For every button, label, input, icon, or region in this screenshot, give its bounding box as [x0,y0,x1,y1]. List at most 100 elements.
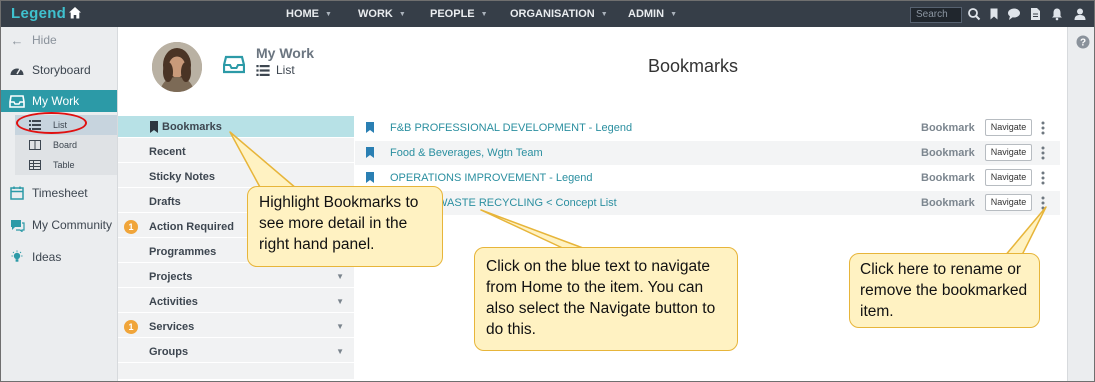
chevron-down-icon: ▼ [336,347,344,356]
bookmark-icon [366,172,374,183]
highlight-ring [16,112,87,134]
sidebar-item-label: Timesheet [32,186,88,200]
right-rail [1067,27,1094,381]
bookmark-icon[interactable] [987,7,1001,21]
category-label: Services [149,320,195,333]
navigate-button[interactable]: Navigate [985,169,1032,186]
bookmark-type: Bookmark [921,197,975,209]
nav-people[interactable]: PEOPLE ▼ [430,1,510,27]
callout-text: Highlight Bookmarks to see more detail i… [259,194,419,253]
sidebar-item-timesheet[interactable]: Timesheet [1,182,117,204]
main-nav: HOME ▼ WORK ▼ PEOPLE ▼ ORGANISATION ▼ ADMIN ▼ [286,1,698,27]
category-groups[interactable]: Groups ▼ [118,341,354,363]
category-sticky-notes[interactable]: Sticky Notes [118,166,354,188]
bookmark-icon [366,147,374,158]
sidebar-item-my-community[interactable]: My Community [1,214,117,236]
category-label: Programmes [149,245,217,258]
count-badge: 1 [124,319,138,334]
chevron-down-icon: ▼ [670,10,677,18]
sidebar-item-label: My Work [32,94,80,108]
nav-organisation[interactable]: ORGANISATION ▼ [510,1,628,27]
top-navbar: Legend HOME ▼ WORK ▼ PEOPLE ▼ ORGANISATION ▼… [1,1,1094,27]
nav-home-label: HOME [286,7,319,20]
sidebar-hide-label: Hide [32,33,57,47]
chevron-down-icon: ▼ [336,272,344,281]
chevron-down-icon: ▼ [336,297,344,306]
nav-people-label: PEOPLE [430,7,475,20]
search-input[interactable]: Search [910,7,962,23]
category-label: Sticky Notes [149,170,216,183]
document-icon[interactable] [1028,7,1042,21]
navigate-button[interactable]: Navigate [985,144,1032,161]
count-badge: 1 [124,219,138,234]
nav-admin[interactable]: ADMIN ▼ [628,1,698,27]
view-label: List [256,63,295,77]
bookmark-icon [366,122,374,133]
sidebar-subitem-board[interactable]: Board [15,135,117,155]
sidebar-subitem-table[interactable]: Table [15,155,117,175]
more-vertical-icon[interactable] [1041,146,1045,160]
user-icon[interactable] [1073,7,1087,21]
bell-icon[interactable] [1050,7,1064,21]
tray-icon [9,95,25,108]
bookmark-type: Bookmark [921,122,975,134]
navigate-button[interactable]: Navigate [985,119,1032,136]
bookmark-link[interactable]: F&B PROFESSIONAL DEVELOPMENT - Legend [390,122,632,134]
table-row: OPERATIONS IMPROVEMENT - Legend Bookmark… [355,166,1060,190]
table-row: Food & Beverages, Wgtn Team Bookmark Nav… [355,141,1060,165]
home-icon[interactable] [68,6,82,20]
view-label-text: List [276,63,295,77]
nav-home[interactable]: HOME ▼ [286,1,358,27]
category-services[interactable]: 1 Services ▼ [118,316,354,338]
table-row: F&B PROFESSIONAL DEVELOPMENT - Legend Bo… [355,116,1060,140]
callout-text: Click here to rename or remove the bookm… [860,261,1028,320]
sidebar-item-label: My Community [32,218,113,232]
bookmark-link[interactable]: OPERATIONS IMPROVEMENT - Legend [390,172,593,184]
category-recent[interactable]: Recent [118,141,354,163]
chat-icon [11,220,25,232]
chevron-down-icon: ▼ [336,322,344,331]
bookmark-link[interactable]: Food & Beverages, Wgtn Team [390,147,543,159]
sidebar-item-storyboard[interactable]: Storyboard [1,59,117,81]
sidebar-item-label: Ideas [32,250,62,264]
tray-icon [223,55,245,74]
calendar-icon [10,186,24,200]
sidebar-hide[interactable]: ← Hide [1,29,117,51]
app-logo[interactable]: Legend [11,5,66,22]
navigate-button[interactable]: Navigate [985,194,1032,211]
nav-admin-label: ADMIN [628,7,665,20]
sidebar-subitem-label: Table [53,160,75,170]
sidebar-item-my-work[interactable]: My Work [1,90,117,112]
callout-rename: Click here to rename or remove the bookm… [849,253,1040,328]
more-vertical-icon[interactable] [1041,121,1045,135]
table-row: Concept: WASTE RECYCLING < Concept List … [355,191,1060,215]
chevron-down-icon: ▼ [600,10,608,18]
app-window: Legend HOME ▼ WORK ▼ PEOPLE ▼ ORGANISATION ▼… [0,0,1095,382]
category-label: Action Required [149,220,234,233]
category-label: Bookmarks [162,120,222,133]
help-icon[interactable]: ? [1076,35,1090,49]
chat-icon[interactable] [1007,7,1021,21]
category-label: Projects [149,270,193,283]
more-vertical-icon[interactable] [1041,171,1045,185]
more-vertical-icon[interactable] [1041,196,1045,210]
bookmark-icon [150,120,158,133]
callout-navigate: Click on the blue text to navigate from … [474,247,738,351]
avatar[interactable] [152,42,202,92]
search-icon[interactable] [967,7,981,21]
sidebar: ← Hide Storyboard My Work List Board Tab… [1,27,118,381]
nav-organisation-label: ORGANISATION [510,7,595,20]
category-bookmarks[interactable]: Bookmarks [118,116,354,138]
nav-work[interactable]: WORK ▼ [358,1,430,27]
arrow-left-icon: ← [10,32,24,48]
category-projects[interactable]: Projects ▼ [118,266,354,288]
category-label: Groups [149,345,189,358]
sidebar-item-ideas[interactable]: Ideas [1,246,117,268]
columns-icon [29,140,41,150]
category-label: Activities [149,295,198,308]
avatar-photo [152,42,202,92]
category-activities[interactable]: Activities ▼ [118,291,354,313]
list-icon [256,64,270,76]
svg-text:?: ? [1080,38,1086,49]
bookmark-type: Bookmark [921,172,975,184]
